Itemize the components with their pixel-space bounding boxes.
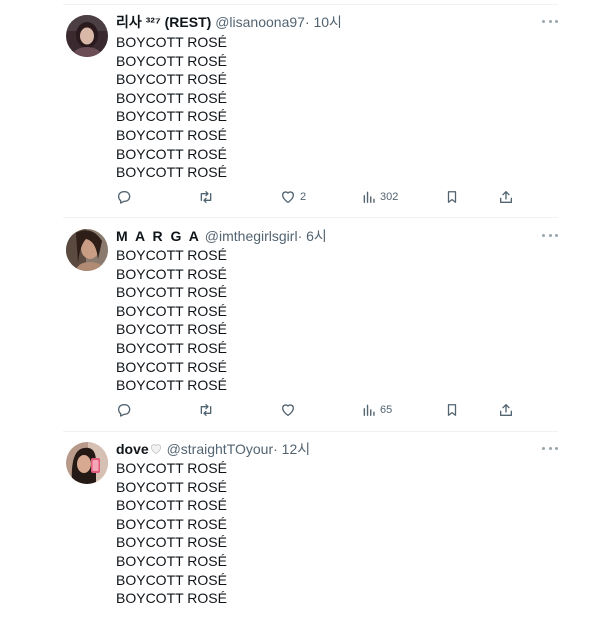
more-icon[interactable] xyxy=(542,16,558,26)
tweet-line: BOYCOTT ROSÉ xyxy=(116,515,227,532)
views-icon xyxy=(363,404,375,416)
more-icon[interactable] xyxy=(542,443,558,453)
share-button[interactable] xyxy=(498,401,514,419)
like-button[interactable]: 2 xyxy=(280,188,306,206)
tweet-line: BOYCOTT ROSÉ xyxy=(116,126,227,143)
tweet[interactable]: dove @straightTOyour· 12시 BOYCOTT ROSÉ B… xyxy=(0,432,600,618)
tweet-line: BOYCOTT ROSÉ xyxy=(116,34,227,50)
timestamp[interactable]: · 12시 xyxy=(273,441,310,457)
heart-icon xyxy=(282,191,294,203)
white-heart-icon xyxy=(149,441,163,461)
reply-button[interactable] xyxy=(116,188,132,206)
reply-icon xyxy=(118,191,131,204)
tweet-line: BOYCOTT ROSÉ xyxy=(116,534,227,551)
tweet-header: dove @straightTOyour· 12시 xyxy=(116,439,310,459)
tweet-line: BOYCOTT ROSÉ xyxy=(116,460,227,476)
reply-icon xyxy=(118,404,131,417)
tweet-line: BOYCOTT ROSÉ xyxy=(116,552,227,569)
share-icon xyxy=(500,191,512,203)
retweet-icon xyxy=(200,404,212,416)
share-icon xyxy=(500,404,512,416)
tweet-text: BOYCOTT ROSÉ BOYCOTT ROSÉ BOYCOTT ROSÉ B… xyxy=(116,33,227,182)
avatar[interactable] xyxy=(66,15,108,57)
tweet[interactable]: 리사 ³²⁷ (REST) @lisanoona97· 10시 BOYCOTT … xyxy=(0,0,600,217)
retweet-icon xyxy=(200,191,212,203)
display-name[interactable]: dove xyxy=(116,441,149,457)
tweet-line: BOYCOTT ROSÉ xyxy=(116,164,227,181)
tweet-line: BOYCOTT ROSÉ xyxy=(116,108,227,125)
tweet-line: BOYCOTT ROSÉ xyxy=(116,478,227,495)
display-name[interactable]: 리사 ³²⁷ (REST) xyxy=(116,14,211,30)
tweet-line: BOYCOTT ROSÉ xyxy=(116,71,227,88)
tweet-line: BOYCOTT ROSÉ xyxy=(116,89,227,106)
avatar[interactable] xyxy=(66,229,108,271)
action-bar: 65 xyxy=(116,401,516,419)
reply-button[interactable] xyxy=(116,401,132,419)
tweet-text: BOYCOTT ROSÉ BOYCOTT ROSÉ BOYCOTT ROSÉ B… xyxy=(116,246,227,395)
avatar[interactable] xyxy=(66,442,108,484)
heart-icon xyxy=(282,404,294,416)
views-button[interactable]: 65 xyxy=(362,401,392,419)
tweet-text: BOYCOTT ROSÉ BOYCOTT ROSÉ BOYCOTT ROSÉ B… xyxy=(116,459,227,608)
tweet-line: BOYCOTT ROSÉ xyxy=(116,497,227,514)
more-icon[interactable] xyxy=(542,230,558,240)
tweet-line: BOYCOTT ROSÉ xyxy=(116,590,227,607)
user-handle[interactable]: @imthegirlsgirl xyxy=(205,228,298,244)
action-bar: 2 302 xyxy=(116,188,516,206)
like-count: 2 xyxy=(300,191,307,203)
tweet-line: BOYCOTT ROSÉ xyxy=(116,52,227,69)
bookmark-icon xyxy=(447,404,457,416)
tweet-line: BOYCOTT ROSÉ xyxy=(116,145,227,162)
tweet-header: 리사 ³²⁷ (REST) @lisanoona97· 10시 xyxy=(116,12,342,32)
tweet[interactable]: M A R G A @imthegirlsgirl· 6시 BOYCOTT RO… xyxy=(0,218,600,430)
tweet-line: BOYCOTT ROSÉ xyxy=(116,247,227,263)
tweet-line: BOYCOTT ROSÉ xyxy=(116,377,227,394)
bookmark-button[interactable] xyxy=(445,401,459,419)
tweet-line: BOYCOTT ROSÉ xyxy=(116,571,227,588)
tweet-header: M A R G A @imthegirlsgirl· 6시 xyxy=(116,226,327,246)
bookmark-icon xyxy=(447,191,457,203)
timestamp[interactable]: · 6시 xyxy=(298,228,327,244)
tweet-line: BOYCOTT ROSÉ xyxy=(116,284,227,301)
share-button[interactable] xyxy=(498,188,514,206)
timestamp[interactable]: · 10시 xyxy=(305,14,342,30)
views-button[interactable]: 302 xyxy=(362,188,398,206)
display-name[interactable]: M A R G A xyxy=(116,228,201,244)
user-handle[interactable]: @lisanoona97 xyxy=(215,14,305,30)
retweet-button[interactable] xyxy=(197,188,215,206)
like-button[interactable] xyxy=(280,401,296,419)
tweet-line: BOYCOTT ROSÉ xyxy=(116,358,227,375)
tweet-line: BOYCOTT ROSÉ xyxy=(116,302,227,319)
tweet-line: BOYCOTT ROSÉ xyxy=(116,265,227,282)
views-icon xyxy=(363,191,375,203)
user-handle[interactable]: @straightTOyour xyxy=(167,441,274,457)
tweet-line: BOYCOTT ROSÉ xyxy=(116,321,227,338)
retweet-button[interactable] xyxy=(197,401,215,419)
bookmark-button[interactable] xyxy=(445,188,459,206)
tweet-line: BOYCOTT ROSÉ xyxy=(116,339,227,356)
view-count: 65 xyxy=(380,404,393,416)
view-count: 302 xyxy=(380,191,399,203)
